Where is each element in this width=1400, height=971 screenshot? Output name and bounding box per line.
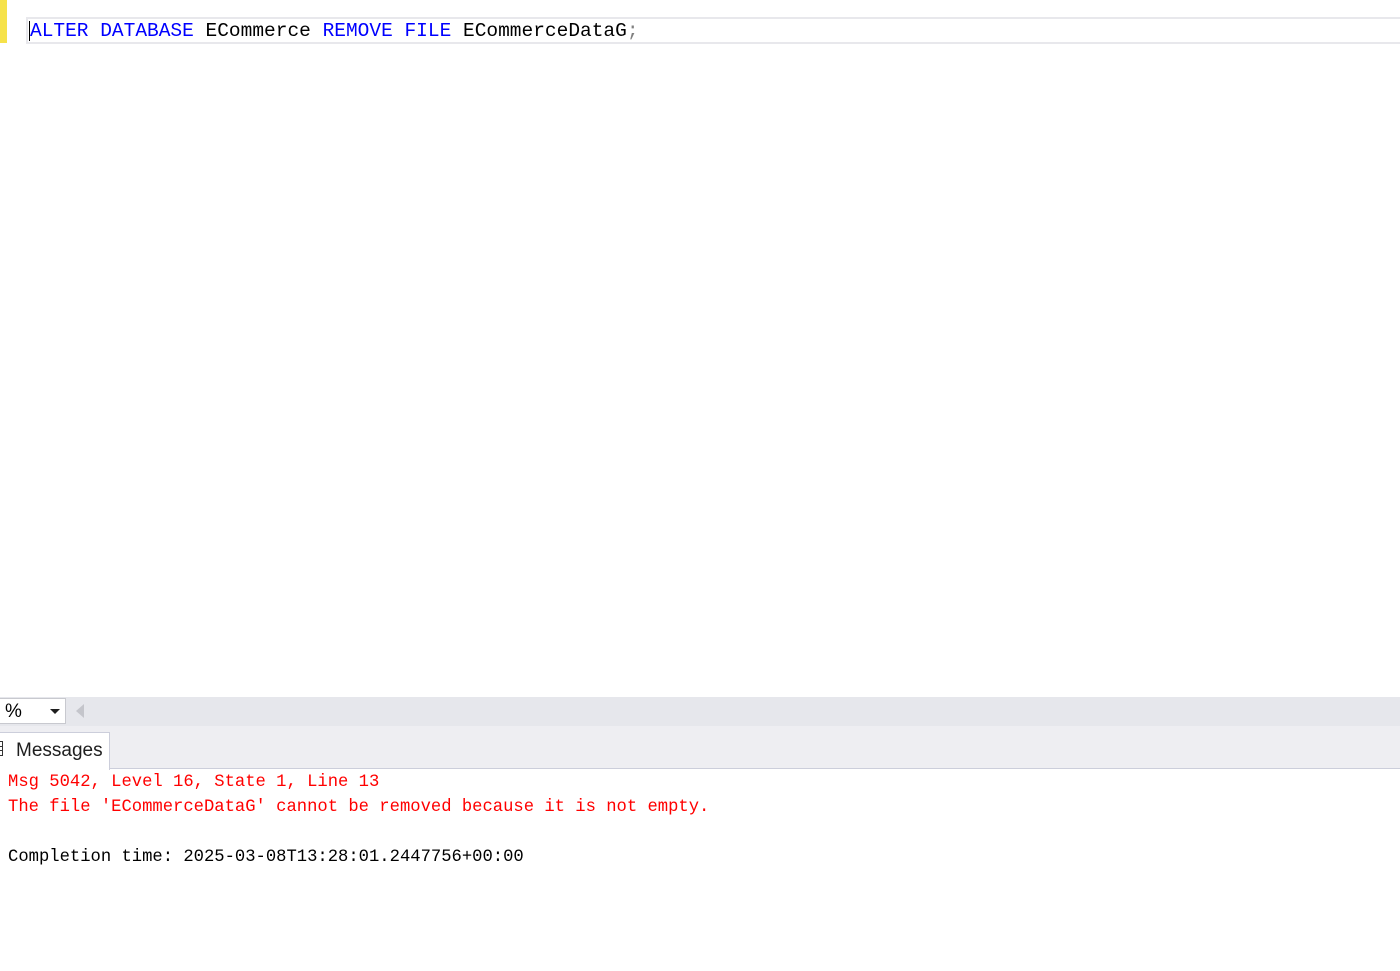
zoom-dropdown[interactable]: % [0, 698, 66, 724]
messages-pane[interactable]: Msg 5042, Level 16, State 1, Line 13 The… [0, 770, 1400, 971]
query-editor[interactable]: ALTER DATABASE ECommerce REMOVE FILE ECo… [0, 0, 1400, 697]
identifier-file: ECommerceDataG [463, 20, 627, 42]
scroll-left-arrow-icon[interactable] [76, 704, 84, 718]
keyword-remove-file: REMOVE FILE [322, 20, 452, 42]
results-tab-strip: Messages [0, 726, 1400, 770]
zoom-scroll-strip: % [0, 697, 1400, 726]
text-caret [29, 21, 30, 41]
tab-messages-label: Messages [16, 740, 103, 761]
error-header: Msg 5042, Level 16, State 1, Line 13 [8, 773, 380, 792]
identifier-database: ECommerce [205, 20, 311, 42]
zoom-value: % [5, 701, 22, 722]
keyword-alter-database: ALTER DATABASE [30, 20, 194, 42]
error-text: The file 'ECommerceDataG' cannot be remo… [8, 798, 710, 817]
chevron-down-icon[interactable] [50, 709, 60, 714]
completion-time: Completion time: 2025-03-08T13:28:01.244… [8, 848, 524, 867]
change-tracking-bar [0, 0, 7, 43]
statement-terminator: ; [626, 20, 639, 42]
messages-icon [0, 741, 3, 756]
tab-messages[interactable]: Messages [0, 732, 110, 770]
code-line-1[interactable]: ALTER DATABASE ECommerce REMOVE FILE ECo… [30, 19, 639, 43]
